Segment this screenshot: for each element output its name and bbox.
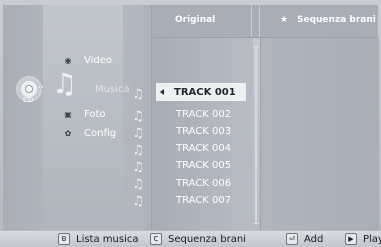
settings-icon: ✿ <box>64 129 72 138</box>
menu-item-music[interactable]: Musica <box>95 84 130 95</box>
music-note-icon: ♫ <box>132 159 144 175</box>
bottom-bar: B Lista musica C Sequenza brani ⏎ Add ▶ … <box>0 231 381 247</box>
dots-indicator: ⋯ <box>35 83 44 93</box>
track-row[interactable]: TRACK 007 <box>176 195 231 206</box>
menu-item-config[interactable]: ✿ Config <box>62 128 116 139</box>
track-sequence-button[interactable]: C Sequenza brani <box>150 233 246 245</box>
menu-item-label: Foto <box>84 109 106 120</box>
music-note-icon: ♫ <box>132 176 144 192</box>
photo-icon: ▣ <box>64 110 72 119</box>
music-list-label: Lista musica <box>76 233 139 245</box>
track-row[interactable]: TRACK 003 <box>176 126 231 137</box>
arrow-left-icon <box>160 89 164 95</box>
add-button[interactable]: ⏎ Add <box>286 233 323 245</box>
menu-item-label: Musica <box>95 84 130 95</box>
video-icon: ◉ <box>64 56 72 65</box>
track-row[interactable]: TRACK 002 <box>176 109 231 120</box>
track-label[interactable]: TRACK 001 <box>174 87 236 98</box>
play-label: Play <box>363 233 381 245</box>
track-row[interactable]: TRACK 006 <box>176 178 231 189</box>
header-separator <box>259 5 260 37</box>
music-note-icon: ♫ <box>132 86 144 102</box>
music-note-icon: ♫ <box>132 125 144 141</box>
track-row[interactable]: TRACK 005 <box>176 160 231 171</box>
track-row[interactable]: TRACK 004 <box>176 143 231 154</box>
play-button[interactable]: ▶ Play <box>345 233 381 245</box>
music-icon: ♫ <box>52 67 78 100</box>
media-screen: Original ★ Sequenza brani ◉ Video Musica… <box>0 0 381 247</box>
header-separator <box>251 5 252 37</box>
star-icon: ★ <box>280 15 289 25</box>
add-label: Add <box>304 233 324 245</box>
menu-item-label: Video <box>84 55 113 66</box>
music-list-button[interactable]: B Lista musica <box>58 233 138 245</box>
music-note-icon: ♫ <box>132 193 144 209</box>
menu-item-photo[interactable]: ▣ Foto <box>62 109 106 120</box>
header-bar: Original ★ Sequenza brani <box>152 5 378 38</box>
menu-item-video[interactable]: ◉ Video <box>62 55 113 66</box>
enter-icon: ⏎ <box>286 233 298 245</box>
header-sequence: Sequenza brani <box>297 15 376 25</box>
music-note-icon: ♫ <box>132 108 144 124</box>
track-sequence-label: Sequenza brani <box>168 233 246 245</box>
sequence-panel <box>260 38 379 230</box>
header-original: Original <box>175 15 216 25</box>
menu-item-label: Config <box>84 128 117 139</box>
scroll-bottom <box>253 223 259 224</box>
play-icon: ▶ <box>345 233 357 245</box>
c-key-icon: C <box>150 233 162 245</box>
music-note-icon: ♫ <box>132 142 144 158</box>
cd-label: CD <box>23 96 34 104</box>
scrollbar[interactable] <box>255 46 257 223</box>
b-key-icon: B <box>58 233 70 245</box>
